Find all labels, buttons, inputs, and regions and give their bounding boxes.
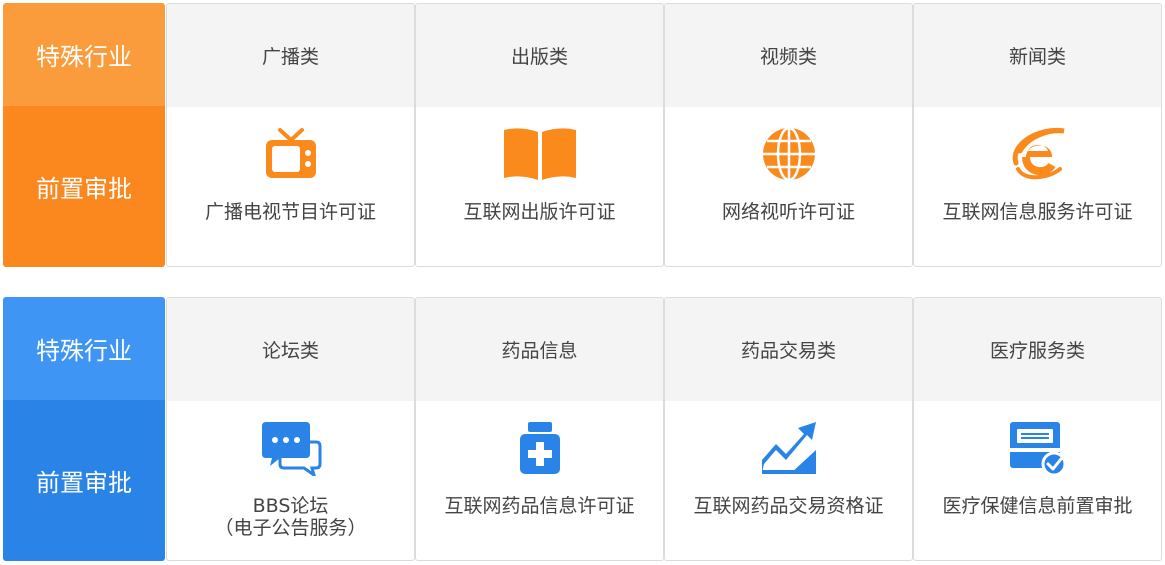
card-category: 视频类 (665, 4, 912, 107)
card-video[interactable]: 视频类 网络视听许可证 (664, 3, 913, 267)
globe-icon (665, 125, 912, 183)
license-label: 互联网药品信息许可证 (444, 495, 635, 517)
card-category: 药品信息 (416, 298, 663, 401)
section-forum-medical: 特殊行业 前置审批 论坛类 BBS论坛 （电子公告服务） 药品信息 互联网药品信… (3, 297, 1163, 563)
license-label: 互联网出版许可证 (463, 201, 616, 223)
license-label: 互联网药品交易资格证 (693, 495, 884, 517)
card-category: 新闻类 (914, 4, 1161, 107)
license-label: BBS论坛 （电子公告服务） (167, 495, 414, 539)
license-label-line2: （电子公告服务） (214, 517, 367, 539)
license-label: 互联网信息服务许可证 (942, 201, 1133, 223)
card-drug-trade[interactable]: 药品交易类 互联网药品交易资格证 (664, 297, 913, 561)
card-category: 医疗服务类 (914, 298, 1161, 401)
pre-approval-label: 前置审批 (3, 400, 165, 561)
section-broadcast-publishing: 特殊行业 前置审批 广播类 广播电视节目许可证 出版类 互联网出版许可证 视频类… (3, 3, 1163, 269)
card-category: 广播类 (167, 4, 414, 107)
special-industry-label: 特殊行业 (3, 3, 165, 106)
card-category: 论坛类 (167, 298, 414, 401)
pre-approval-label: 前置审批 (3, 106, 165, 267)
medicine-bottle-icon (416, 419, 663, 477)
card-publishing[interactable]: 出版类 互联网出版许可证 (415, 3, 664, 267)
license-label: 网络视听许可证 (721, 201, 855, 223)
card-news[interactable]: 新闻类 互联网信息服务许可证 (913, 3, 1162, 267)
card-medical-service[interactable]: 医疗服务类 医疗保健信息前置审批 (913, 297, 1162, 561)
card-broadcast[interactable]: 广播类 广播电视节目许可证 (166, 3, 415, 267)
card-forum[interactable]: 论坛类 BBS论坛 （电子公告服务） (166, 297, 415, 561)
card-category: 药品交易类 (665, 298, 912, 401)
section-side-panel: 特殊行业 前置审批 (3, 3, 165, 267)
approved-document-icon (914, 419, 1161, 477)
license-label-line1: BBS论坛 (252, 495, 329, 517)
chat-bubbles-icon (167, 419, 414, 477)
trend-chart-icon (665, 419, 912, 477)
special-industry-label: 特殊行业 (3, 297, 165, 400)
card-drug-info[interactable]: 药品信息 互联网药品信息许可证 (415, 297, 664, 561)
open-book-icon (416, 125, 663, 183)
card-category: 出版类 (416, 4, 663, 107)
license-label: 广播电视节目许可证 (204, 201, 376, 223)
tv-icon (167, 125, 414, 183)
section-side-panel: 特殊行业 前置审批 (3, 297, 165, 561)
license-label: 医疗保健信息前置审批 (942, 495, 1133, 517)
internet-explorer-icon (914, 125, 1161, 183)
